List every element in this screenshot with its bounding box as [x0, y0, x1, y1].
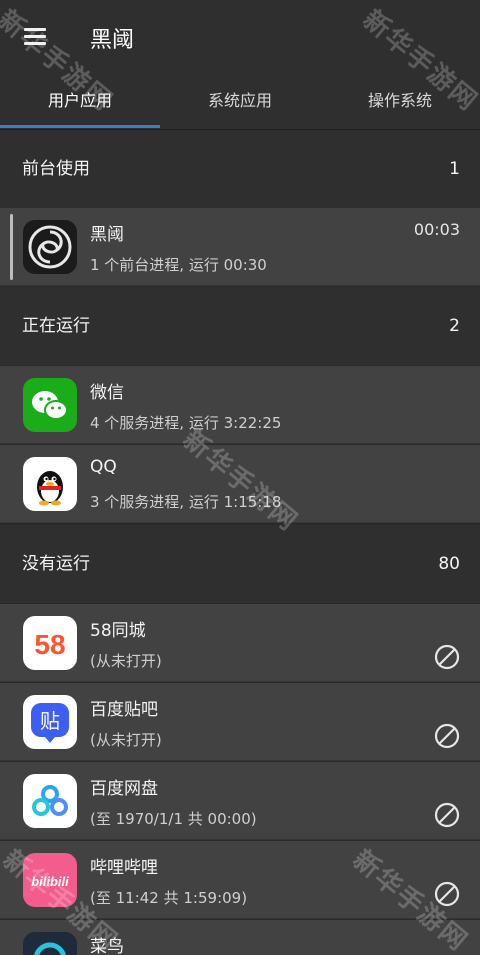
app-time: 00:03 [413, 220, 460, 239]
wechat-icon [23, 378, 77, 432]
section-count: 2 [449, 316, 460, 336]
app-bar: 黑阈 [0, 0, 480, 76]
app-status: (从未打开) [90, 652, 162, 670]
section-label: 没有运行 [22, 554, 90, 574]
tab-os[interactable]: 操作系统 [320, 76, 480, 130]
app-row-tieba[interactable]: 贴 百度贴吧 (从未打开) [0, 683, 480, 761]
section-not-running: 没有运行 80 [0, 525, 480, 603]
app-row-heiyu[interactable]: 黑阈 1 个前台进程, 运行 00:30 00:03 [0, 208, 480, 286]
icon-text-tieba: 贴 [40, 709, 60, 733]
baidu-netdisk-icon [23, 774, 77, 828]
block-icon[interactable] [434, 802, 460, 828]
section-count: 80 [438, 554, 460, 574]
tieba-icon: 贴 [23, 695, 77, 749]
app-row-58[interactable]: 58 58同城 (从未打开) [0, 604, 480, 682]
app-name: 哔哩哔哩 [90, 858, 158, 878]
app-row-qq[interactable]: QQ 3 个服务进程, 运行 1:15:18 [0, 445, 480, 523]
tab-bar: 用户应用 系统应用 操作系统 [0, 76, 480, 130]
section-count: 1 [449, 159, 460, 179]
app-status: (从未打开) [90, 731, 162, 749]
app-name: 百度贴吧 [90, 700, 158, 720]
bilibili-icon: bilibili [23, 853, 77, 907]
tab-user-apps[interactable]: 用户应用 [0, 76, 160, 130]
qq-penguin-icon [23, 457, 77, 511]
app-row-bilibili[interactable]: bilibili 哔哩哔哩 (至 11:42 共 1:59:09) [0, 841, 480, 919]
app-status: (至 11:42 共 1:59:09) [90, 889, 248, 907]
heiyu-swirl-icon [23, 220, 77, 274]
app-status: 1 个前台进程, 运行 00:30 [90, 256, 267, 274]
menu-icon[interactable] [16, 20, 56, 56]
58-tongcheng-icon: 58 [23, 616, 77, 670]
block-icon[interactable] [434, 881, 460, 907]
block-icon[interactable] [434, 723, 460, 749]
section-label: 前台使用 [22, 159, 90, 179]
app-title: 黑阈 [90, 28, 135, 53]
block-icon[interactable] [434, 644, 460, 670]
app-row-wechat[interactable]: 微信 4 个服务进程, 运行 3:22:25 [0, 366, 480, 444]
cainiao-icon [23, 932, 77, 955]
icon-text-bilibili: bilibili [31, 874, 69, 889]
app-name: 58同城 [90, 621, 146, 641]
app-status: (至 1970/1/1 共 00:00) [90, 810, 257, 828]
icon-text-58: 58 [34, 629, 65, 660]
section-label: 正在运行 [22, 316, 90, 336]
app-name: 菜鸟 [90, 937, 124, 955]
app-name: 黑阈 [90, 225, 124, 245]
app-name: QQ [90, 457, 117, 477]
app-row-netdisk[interactable]: 百度网盘 (至 1970/1/1 共 00:00) [0, 762, 480, 840]
app-row-cainiao[interactable]: 菜鸟 [0, 920, 480, 955]
tab-system-apps[interactable]: 系统应用 [160, 76, 320, 130]
app-status: 4 个服务进程, 运行 3:22:25 [90, 414, 282, 432]
app-name: 微信 [90, 383, 124, 403]
section-foreground: 前台使用 1 [0, 130, 480, 208]
app-status: 3 个服务进程, 运行 1:15:18 [90, 493, 282, 511]
section-running: 正在运行 2 [0, 287, 480, 365]
app-name: 百度网盘 [90, 779, 158, 799]
